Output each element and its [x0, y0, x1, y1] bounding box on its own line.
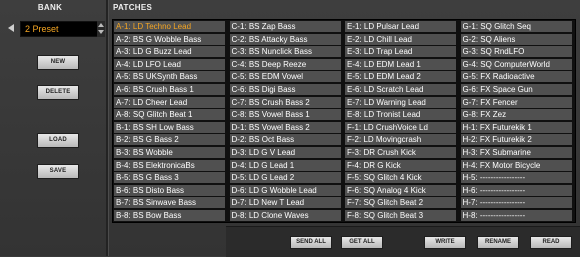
- patch-column: G-1: SQ Glitch Seq G-2: SQ Aliens G-3: SQ …: [460, 20, 573, 222]
- patch-cell[interactable]: B-8: BS Bow Bass: [114, 210, 225, 221]
- get-all-button[interactable]: GET ALL: [341, 236, 383, 249]
- patch-cell[interactable]: G-5: FX Radioactive: [460, 71, 572, 83]
- patch-cell[interactable]: A-4: LD LFO Lead: [114, 58, 225, 70]
- patch-cell[interactable]: G-6: FX Space Gun: [460, 84, 572, 95]
- patch-cell[interactable]: G-8: FX Zez: [460, 109, 572, 121]
- patch-cell[interactable]: B-2: BS G Bass 2: [114, 134, 225, 146]
- patch-cell[interactable]: A-3: LD G Buzz Lead: [114, 46, 225, 58]
- patch-cell[interactable]: D-8: LD Clone Waves: [229, 210, 341, 221]
- bank-header: BANK: [37, 3, 63, 12]
- bank-select[interactable]: 2 Preset: [20, 21, 100, 37]
- send-all-button[interactable]: SEND ALL: [290, 236, 332, 249]
- patch-cell[interactable]: F-3: DR Crush Kick: [345, 147, 456, 158]
- patch-cell[interactable]: E-7: LD Warning Lead: [345, 96, 456, 108]
- patch-cell[interactable]: H-3: FX Submarine: [460, 147, 572, 158]
- patch-cell[interactable]: E-4: LD EDM Lead 1: [345, 58, 456, 70]
- patch-cell[interactable]: E-6: LD Scratch Lead: [345, 84, 456, 95]
- spinner-down-icon[interactable]: [98, 30, 104, 34]
- rename-button[interactable]: RENAME: [477, 236, 519, 249]
- patch-cell[interactable]: C-4: BS Deep Reeze: [229, 58, 341, 70]
- patch-cell[interactable]: F-6: SQ Analog 4 Kick: [345, 184, 456, 196]
- patch-cell[interactable]: H-8: -----------------: [460, 210, 572, 221]
- patch-cell[interactable]: G-1: SQ Glitch Seq: [460, 21, 572, 32]
- bank-select-value: 2 Preset: [25, 24, 59, 34]
- patch-cell[interactable]: C-3: BS Nunclick Bass: [229, 46, 341, 58]
- patch-cell[interactable]: F-8: SQ Glitch Beat 3: [345, 210, 456, 221]
- load-button[interactable]: LOAD: [37, 133, 79, 148]
- patch-cell[interactable]: F-2: LD Movingcrash: [345, 134, 456, 146]
- patch-column: C-1: BS Zap Bass C-2: BS Attacky Bass C-3:…: [229, 20, 342, 222]
- patch-cell[interactable]: A-2: BS G Wobble Bass: [114, 33, 225, 45]
- patch-cell[interactable]: B-6: BS Disto Bass: [114, 184, 225, 196]
- patch-cell[interactable]: A-1: LD Techno Lead: [114, 21, 225, 32]
- patch-cell[interactable]: D-7: LD New T Lead: [229, 197, 341, 209]
- patch-cell[interactable]: C-5: BS EDM Vowel: [229, 71, 341, 83]
- patch-cell[interactable]: B-7: BS Sinwave Bass: [114, 197, 225, 209]
- patch-cell[interactable]: B-5: BS G Bass 3: [114, 172, 225, 184]
- patch-cell[interactable]: A-8: SQ Glitch Beat 1: [114, 109, 225, 121]
- bottom-toolbar: [226, 226, 580, 257]
- patch-cell[interactable]: E-2: LD Chill Lead: [345, 33, 456, 45]
- patch-cell[interactable]: H-5: -----------------: [460, 172, 572, 184]
- save-button[interactable]: SAVE: [37, 164, 79, 179]
- patch-cell[interactable]: A-5: BS UKSynth Bass: [114, 71, 225, 83]
- patches-header: PATCHES: [113, 3, 153, 12]
- patch-cell[interactable]: C-6: BS Digi Bass: [229, 84, 341, 95]
- patch-cell[interactable]: G-2: SQ Aliens: [460, 33, 572, 45]
- patch-cell[interactable]: F-7: SQ Glitch Beat 2: [345, 197, 456, 209]
- write-button[interactable]: WRITE: [424, 236, 466, 249]
- patch-column: A-1: LD Techno Lead A-2: BS G Wobble Bass…: [113, 20, 226, 222]
- patch-cell[interactable]: A-7: LD Cheer Lead: [114, 96, 225, 108]
- patch-cell[interactable]: B-1: BS SH Low Bass: [114, 121, 225, 133]
- delete-button[interactable]: DELETE: [37, 85, 79, 100]
- read-button[interactable]: READ: [530, 236, 572, 249]
- patch-cell[interactable]: A-6: BS Crush Bass 1: [114, 84, 225, 95]
- patch-cell[interactable]: D-6: LD G Wobble Lead: [229, 184, 341, 196]
- patch-cell[interactable]: C-1: BS Zap Bass: [229, 21, 341, 32]
- patch-column: E-1: LD Pulsar Lead E-2: LD Chill Lead E-3…: [344, 20, 457, 222]
- patch-cell[interactable]: B-4: BS ElektronicaBs: [114, 159, 225, 171]
- patch-cell[interactable]: C-2: BS Attacky Bass: [229, 33, 341, 45]
- patch-cell[interactable]: H-6: -----------------: [460, 184, 572, 196]
- patch-cell[interactable]: F-5: SQ Glitch 4 Kick: [345, 172, 456, 184]
- patch-cell[interactable]: E-5: LD EDM Lead 2: [345, 71, 456, 83]
- patch-cell[interactable]: H-4: FX Motor Bicycle: [460, 159, 572, 171]
- patch-cell[interactable]: F-4: DR G Kick: [345, 159, 456, 171]
- patch-cell[interactable]: H-1: FX Futurekik 1: [460, 121, 572, 133]
- patch-cell[interactable]: D-5: LD G Lead 2: [229, 172, 341, 184]
- bank-spinner[interactable]: [97, 21, 105, 37]
- patch-cell[interactable]: F-1: LD CrushVoice Ld: [345, 121, 456, 133]
- patch-cell[interactable]: C-7: BS Crush Bass 2: [229, 96, 341, 108]
- new-button[interactable]: NEW: [37, 55, 79, 70]
- patch-cell[interactable]: G-3: SQ RndLFO: [460, 46, 572, 58]
- bank-prev-arrow-icon[interactable]: [8, 24, 14, 32]
- patch-cell[interactable]: E-8: LD Tronist Lead: [345, 109, 456, 121]
- panel-divider: [106, 0, 109, 256]
- patch-grid: A-1: LD Techno Lead A-2: BS G Wobble Bass…: [112, 19, 576, 223]
- patch-cell[interactable]: E-3: LD Trap Lead: [345, 46, 456, 58]
- spinner-up-icon[interactable]: [98, 23, 104, 27]
- patch-cell[interactable]: C-8: BS Vowel Bass 1: [229, 109, 341, 121]
- patch-cell[interactable]: B-3: BS Wobble: [114, 147, 225, 158]
- patch-cell[interactable]: H-7: -----------------: [460, 197, 572, 209]
- patch-cell[interactable]: E-1: LD Pulsar Lead: [345, 21, 456, 32]
- patch-cell[interactable]: D-2: BS Oct Bass: [229, 134, 341, 146]
- patch-cell[interactable]: H-2: FX Futurekik 2: [460, 134, 572, 146]
- patch-cell[interactable]: D-3: LD G V Lead: [229, 147, 341, 158]
- patch-cell[interactable]: D-4: LD G Lead 1: [229, 159, 341, 171]
- patch-cell[interactable]: G-4: SQ ComputerWorld: [460, 58, 572, 70]
- patch-cell[interactable]: G-7: FX Fencer: [460, 96, 572, 108]
- patch-cell[interactable]: D-1: BS Vowel Bass 2: [229, 121, 341, 133]
